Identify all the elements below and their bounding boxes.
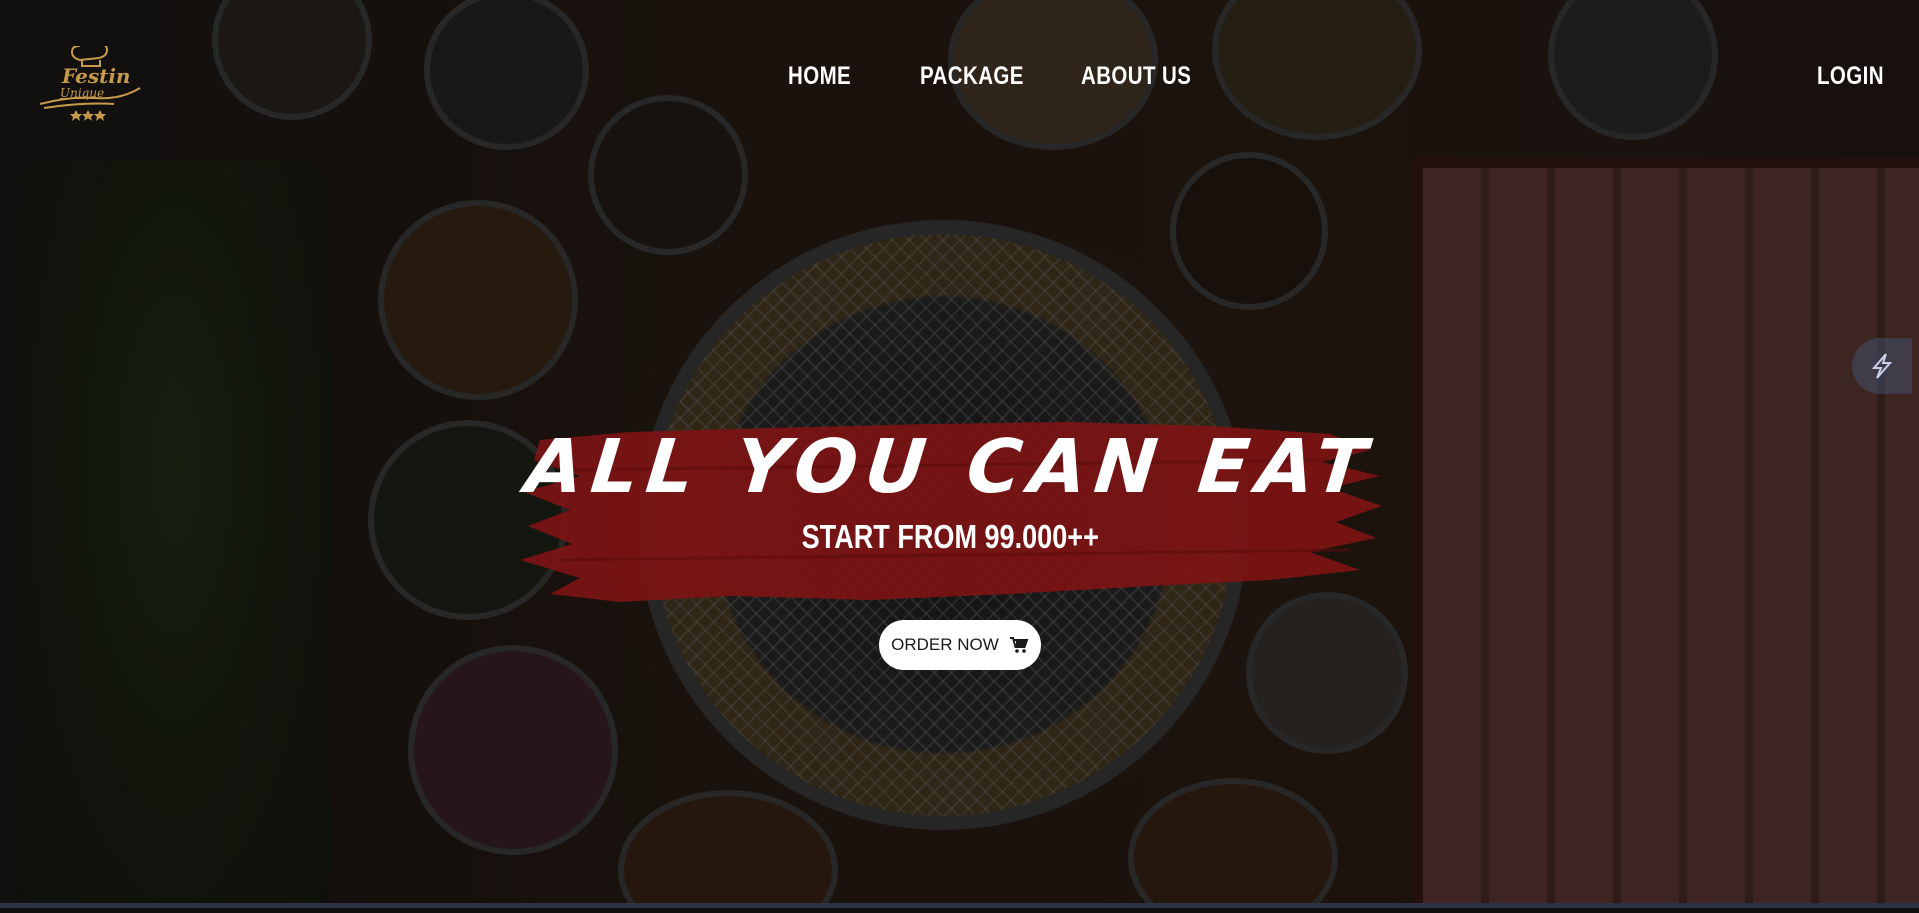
price-text: START FROM 99.000++ bbox=[801, 518, 1099, 555]
hero-headline: ALL YOU CAN EAT bbox=[521, 424, 1379, 510]
nav-home[interactable]: HOME bbox=[788, 62, 851, 91]
nav-about-us[interactable]: ABOUT US bbox=[1081, 62, 1191, 91]
side-widget-button[interactable] bbox=[1852, 338, 1912, 394]
login-link[interactable]: LOGIN bbox=[1817, 62, 1884, 91]
lightning-icon bbox=[1871, 353, 1893, 379]
cart-icon bbox=[1009, 637, 1029, 653]
bottom-border bbox=[0, 903, 1919, 908]
brand-logo[interactable]: Festin Unique bbox=[36, 39, 148, 122]
logo-subtitle: Unique bbox=[60, 86, 105, 100]
nav-package[interactable]: PACKAGE bbox=[920, 62, 1024, 91]
top-nav: Festin Unique HOME PACKAGE ABOUT US LOGI… bbox=[0, 0, 1919, 160]
hero-subline: START FROM 99.000++ bbox=[510, 518, 1390, 556]
order-now-label: ORDER NOW bbox=[891, 635, 999, 654]
hero-section: Festin Unique HOME PACKAGE ABOUT US LOGI… bbox=[0, 0, 1919, 908]
logo-title: Festin bbox=[62, 64, 131, 88]
order-now-button[interactable]: ORDER NOW bbox=[879, 620, 1041, 670]
